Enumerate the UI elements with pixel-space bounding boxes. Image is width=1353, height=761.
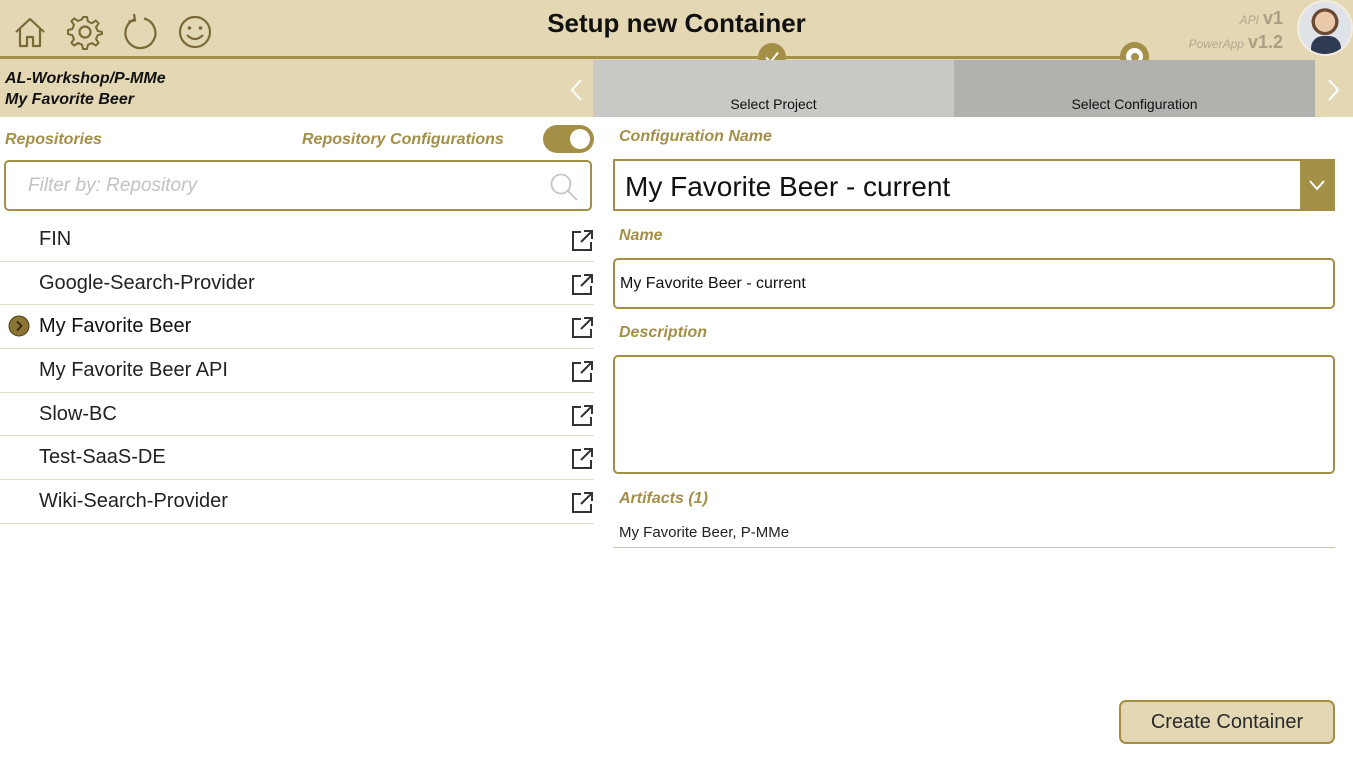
open-external-icon[interactable]	[570, 404, 594, 428]
description-input[interactable]	[615, 357, 1333, 472]
list-item[interactable]: FIN	[0, 218, 594, 262]
tab-select-project[interactable]: Select Project	[593, 60, 954, 117]
open-external-icon[interactable]	[570, 316, 594, 340]
configuration-name-label: Configuration Name	[619, 128, 772, 145]
repository-name: Test-SaaS-DE	[39, 446, 166, 469]
open-external-icon[interactable]	[570, 491, 594, 515]
list-item-selected[interactable]: My Favorite Beer	[0, 305, 594, 350]
powerapp-version: PowerApp v1.2	[1143, 32, 1283, 53]
app-header: Setup new Container API v1 PowerApp v1.2 A…	[0, 0, 1353, 117]
api-version-key: API	[1239, 13, 1259, 27]
tab-select-configuration-label: Select Configuration	[1071, 96, 1198, 112]
chevron-right-icon[interactable]	[1319, 76, 1347, 104]
artifacts-value: My Favorite Beer, P-MMe	[619, 524, 790, 541]
repository-list: FIN Google-Search-Provider My Favorite B…	[0, 218, 594, 524]
open-external-icon[interactable]	[570, 360, 594, 384]
open-external-icon[interactable]	[570, 229, 594, 253]
repo-configurations-toggle[interactable]	[543, 125, 594, 153]
powerapp-version-value: v1.2	[1247, 32, 1283, 52]
repository-name: Slow-BC	[39, 402, 117, 425]
filter-input[interactable]	[28, 172, 528, 200]
toggle-knob	[570, 129, 590, 149]
list-item[interactable]: Test-SaaS-DE	[0, 436, 594, 481]
repository-name: Wiki-Search-Provider	[39, 490, 228, 513]
configuration-name-dropdown[interactable]: My Favorite Beer - current	[613, 159, 1335, 211]
list-item[interactable]: Slow-BC	[0, 393, 594, 437]
api-version: API v1	[1143, 8, 1283, 29]
project-name: My Favorite Beer	[5, 91, 134, 108]
configuration-name-value: My Favorite Beer - current	[625, 171, 951, 202]
project-path: AL-Workshop/P-MMe	[5, 70, 166, 87]
name-label: Name	[619, 227, 663, 244]
list-item[interactable]: Wiki-Search-Provider	[0, 480, 594, 524]
chevron-down-icon[interactable]	[1300, 161, 1333, 209]
powerapp-version-key: PowerApp	[1188, 37, 1244, 51]
repositories-label: Repositories	[5, 131, 102, 148]
progress-line	[0, 56, 1135, 59]
repository-name: Google-Search-Provider	[39, 271, 255, 294]
list-item[interactable]: Google-Search-Provider	[0, 262, 594, 306]
open-external-icon[interactable]	[570, 273, 594, 297]
description-field	[613, 355, 1335, 474]
api-version-value: v1	[1262, 8, 1283, 28]
repository-name: My Favorite Beer API	[39, 359, 228, 382]
chevron-left-icon[interactable]	[563, 76, 591, 104]
list-item[interactable]: My Favorite Beer API	[0, 349, 594, 393]
repo-configurations-label: Repository Configurations	[302, 131, 504, 148]
artifacts-divider	[613, 547, 1335, 548]
create-container-button[interactable]: Create Container	[1119, 700, 1335, 744]
open-external-icon[interactable]	[570, 447, 594, 471]
repository-name: My Favorite Beer	[39, 315, 192, 338]
repository-name: FIN	[39, 228, 72, 250]
name-input[interactable]	[620, 272, 1320, 296]
name-field	[613, 258, 1335, 309]
tab-select-project-label: Select Project	[730, 96, 817, 112]
repository-filter	[4, 160, 592, 211]
search-icon[interactable]	[548, 171, 580, 203]
avatar[interactable]	[1297, 0, 1353, 56]
tab-select-configuration[interactable]: Select Configuration	[954, 60, 1315, 117]
selected-chevron-icon	[8, 315, 30, 337]
description-label: Description	[619, 324, 708, 341]
artifacts-label: Artifacts (1)	[619, 490, 708, 507]
